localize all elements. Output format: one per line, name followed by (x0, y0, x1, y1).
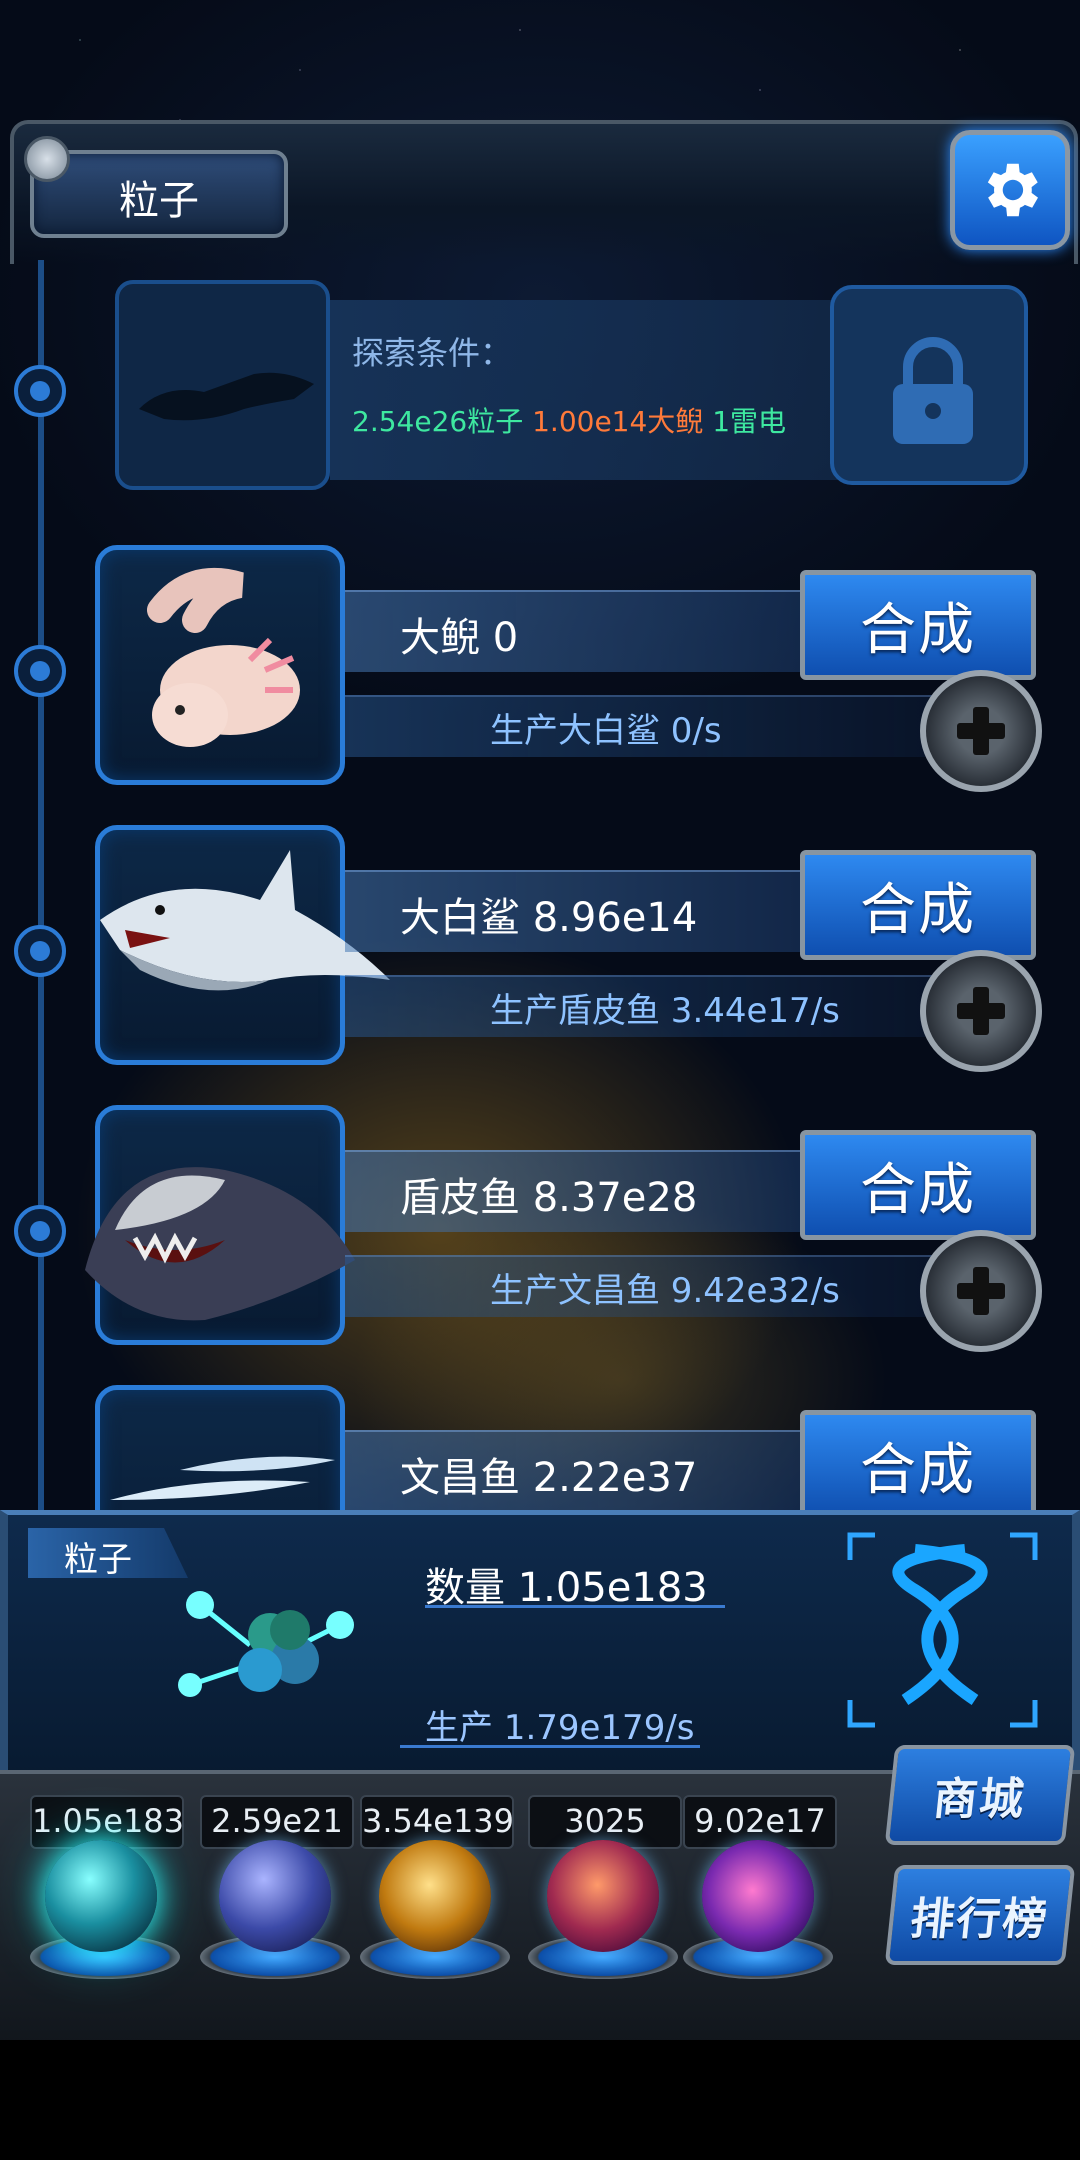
lancelet-icon (110, 1456, 335, 1500)
upgrade-button[interactable] (920, 670, 1042, 792)
synthesize-button[interactable]: 合成 (800, 1130, 1036, 1240)
shop-button[interactable]: 商城 (884, 1745, 1076, 1845)
page-title: 粒子 (119, 178, 199, 224)
vortex-orb-icon[interactable] (702, 1840, 814, 1952)
requirement-thunder: 1雷电 (712, 405, 787, 438)
condition-requirements: 2.54e26粒子 1.00e14大鲵 1雷电 (352, 400, 786, 440)
lock-icon (893, 337, 973, 444)
game-screen: 粒子 探索条件： 2.54e26粒子 1.00e14大鲵 1雷电 大鲵 0 生产… (0, 0, 1080, 2040)
creature-row-axolotl: 大鲵 0 生产大白鲨 0/s 合成 (0, 535, 1080, 795)
locked-button[interactable] (830, 285, 1028, 485)
gear-icon (987, 163, 1038, 217)
plus-icon (957, 707, 1005, 755)
condition-title: 探索条件： (352, 334, 513, 372)
synthesize-button[interactable]: 合成 (800, 850, 1036, 960)
synthesize-button[interactable]: 合成 (800, 570, 1036, 680)
creature-name: 盾皮鱼 8.37e28 (400, 1175, 698, 1221)
plus-icon (957, 987, 1005, 1035)
particle-production: 生产 1.79e179/s (425, 1708, 695, 1748)
lightning-orb-icon[interactable] (219, 1840, 331, 1952)
particle-cluster-icon (178, 1591, 354, 1697)
upgrade-button[interactable] (920, 950, 1042, 1072)
creature-production: 生产大白鲨 0/s (490, 711, 722, 751)
creature-name: 大鲵 0 (400, 615, 519, 661)
requirement-salamander: 1.00e14大鲵 (532, 405, 704, 438)
creature-silhouette-icon (139, 372, 314, 421)
bolt-decoration-icon (24, 136, 70, 182)
creature-card (95, 545, 345, 785)
ranking-button[interactable]: 排行榜 (884, 1865, 1076, 1965)
unlock-condition-panel (330, 300, 850, 480)
rail-node-locked (14, 365, 66, 417)
creature-row-shark: 大白鲨 8.96e14 生产盾皮鱼 3.44e17/s 合成 (0, 815, 1080, 1075)
upgrade-button[interactable] (920, 1230, 1042, 1352)
locked-creature-card (115, 280, 330, 490)
creature-name: 大白鲨 8.96e14 (400, 895, 698, 941)
particle-count: 数量 1.05e183 (425, 1565, 708, 1611)
particle-tag: 粒子 (28, 1528, 188, 1578)
synthesize-button[interactable]: 合成 (800, 1410, 1036, 1520)
plus-icon (957, 1267, 1005, 1315)
brain-orb-icon[interactable] (547, 1840, 659, 1952)
particle-orb-icon[interactable] (45, 1840, 157, 1952)
creature-production: 生产盾皮鱼 3.44e17/s (490, 991, 840, 1031)
particle-tag-label: 粒子 (64, 1540, 132, 1580)
axolotl-icon (147, 567, 300, 747)
creature-name: 文昌鱼 2.22e37 (400, 1455, 698, 1501)
armored-fish-icon (85, 1167, 355, 1321)
creature-card (95, 825, 390, 1065)
creature-card (85, 1105, 355, 1345)
creature-production: 生产文昌鱼 9.42e32/s (490, 1271, 840, 1311)
requirement-particles: 2.54e26粒子 (352, 405, 524, 438)
creature-row-armored-fish: 盾皮鱼 8.37e28 生产文昌鱼 9.42e32/s 合成 (0, 1095, 1080, 1355)
fire-orb-icon[interactable] (379, 1840, 491, 1952)
system-nav-bar (0, 2040, 1080, 2160)
settings-button[interactable] (950, 130, 1070, 250)
dna-icon (847, 1532, 1038, 1728)
